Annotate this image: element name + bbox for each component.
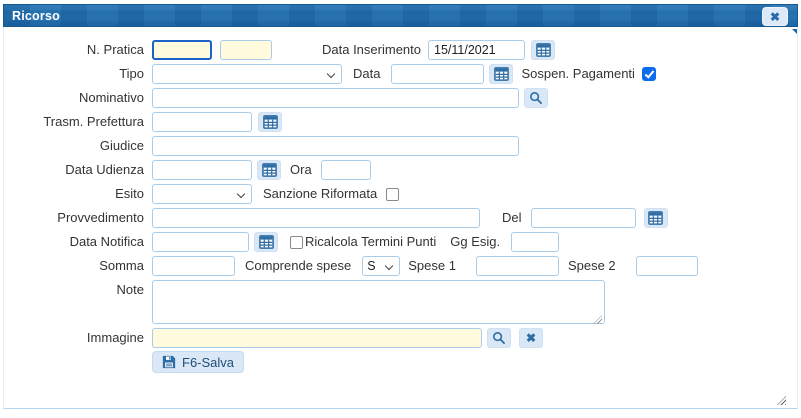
trasm-prefettura-input[interactable] bbox=[152, 112, 252, 132]
row-data-notifica: Data Notifica Ricalcola Termini Punti Gg… bbox=[4, 232, 797, 252]
clear-x-icon: ✖ bbox=[526, 332, 536, 344]
row-somma: Somma Comprende spese S Spese 1 Spese 2 bbox=[4, 256, 797, 276]
close-icon: ✖ bbox=[770, 11, 780, 23]
title-bar[interactable]: Ricorso ✖ bbox=[3, 4, 798, 27]
ricorso-form: N. Pratica Data Inserimento Tipo Data So… bbox=[4, 27, 797, 372]
immagine-search-button[interactable] bbox=[487, 328, 511, 348]
nominativo-input[interactable] bbox=[152, 88, 519, 108]
calendar-icon bbox=[262, 163, 277, 177]
spese1-input[interactable] bbox=[476, 256, 559, 276]
ricalcola-termini-punti-checkbox[interactable] bbox=[290, 236, 303, 249]
somma-input[interactable] bbox=[152, 256, 235, 276]
comprende-spese-label: Comprende spese bbox=[245, 256, 351, 276]
n-pratica-label: N. Pratica bbox=[4, 40, 144, 60]
calendar-icon bbox=[263, 115, 278, 129]
dialog-resize-grip[interactable] bbox=[777, 396, 786, 405]
calendar-icon bbox=[494, 67, 509, 81]
data-label: Data bbox=[353, 64, 380, 84]
n-pratica-input-2[interactable] bbox=[220, 40, 272, 60]
row-n-pratica: N. Pratica Data Inserimento bbox=[4, 40, 797, 60]
row-immagine: Immagine ✖ bbox=[4, 328, 797, 348]
n-pratica-input-1[interactable] bbox=[152, 40, 212, 60]
save-button-label: F6-Salva bbox=[182, 355, 234, 370]
immagine-label: Immagine bbox=[4, 328, 144, 348]
spese2-input[interactable] bbox=[636, 256, 698, 276]
nominativo-search-button[interactable] bbox=[524, 88, 548, 108]
esito-select[interactable] bbox=[152, 184, 252, 204]
data-udienza-label: Data Udienza bbox=[4, 160, 144, 180]
row-provvedimento: Provvedimento Del bbox=[4, 208, 797, 228]
data-inserimento-input[interactable] bbox=[428, 40, 525, 60]
del-input[interactable] bbox=[531, 208, 636, 228]
dialog-title: Ricorso bbox=[12, 9, 60, 23]
sospen-pagamenti-checkbox[interactable] bbox=[642, 67, 656, 81]
row-nominativo: Nominativo bbox=[4, 88, 797, 108]
save-button[interactable]: F6-Salva bbox=[152, 351, 244, 373]
sospen-pagamenti-label: Sospen. Pagamenti bbox=[521, 64, 634, 84]
sanzione-riformata-label: Sanzione Riformata bbox=[263, 184, 377, 204]
data-notifica-calendar-button[interactable] bbox=[254, 232, 278, 252]
corner-scroll-mark bbox=[792, 29, 797, 34]
esito-label: Esito bbox=[4, 184, 144, 204]
data-inserimento-label: Data Inserimento bbox=[322, 40, 421, 60]
note-label: Note bbox=[4, 280, 144, 300]
tipo-select[interactable] bbox=[152, 64, 342, 84]
close-button[interactable]: ✖ bbox=[762, 7, 788, 26]
calendar-icon bbox=[536, 43, 551, 57]
data-inserimento-calendar-button[interactable] bbox=[531, 40, 555, 60]
ora-label: Ora bbox=[290, 160, 312, 180]
calendar-icon bbox=[648, 211, 663, 225]
giudice-label: Giudice bbox=[4, 136, 144, 156]
sanzione-riformata-checkbox[interactable] bbox=[386, 188, 399, 201]
row-trasm-prefettura: Trasm. Prefettura bbox=[4, 112, 797, 132]
save-floppy-icon bbox=[162, 355, 176, 369]
spese1-label: Spese 1 bbox=[408, 256, 456, 276]
spese2-label: Spese 2 bbox=[568, 256, 616, 276]
provvedimento-input[interactable] bbox=[152, 208, 480, 228]
ricorso-dialog: Ricorso ✖ N. Pratica Data Inserimento Ti… bbox=[3, 4, 798, 409]
trasm-prefettura-label: Trasm. Prefettura bbox=[4, 112, 144, 132]
row-tipo: Tipo Data Sospen. Pagamenti bbox=[4, 64, 797, 84]
search-icon bbox=[529, 91, 543, 105]
row-giudice: Giudice bbox=[4, 136, 797, 156]
immagine-clear-button[interactable]: ✖ bbox=[519, 328, 543, 348]
data-udienza-calendar-button[interactable] bbox=[257, 160, 281, 180]
data-input[interactable] bbox=[391, 64, 484, 84]
tipo-label: Tipo bbox=[4, 64, 144, 84]
nominativo-label: Nominativo bbox=[4, 88, 144, 108]
data-notifica-input[interactable] bbox=[152, 232, 249, 252]
note-textarea[interactable] bbox=[152, 280, 605, 324]
del-calendar-button[interactable] bbox=[644, 208, 668, 228]
ricalcola-termini-punti-label: Ricalcola Termini Punti bbox=[305, 232, 436, 252]
comprende-spese-select[interactable]: S bbox=[362, 256, 400, 276]
data-calendar-button[interactable] bbox=[489, 64, 513, 84]
gg-esig-label: Gg Esig. bbox=[450, 232, 500, 252]
del-label: Del bbox=[502, 208, 522, 228]
search-icon bbox=[492, 331, 506, 345]
row-save: F6-Salva bbox=[4, 352, 797, 372]
calendar-icon bbox=[259, 235, 274, 249]
trasm-prefettura-calendar-button[interactable] bbox=[258, 112, 282, 132]
row-esito: Esito Sanzione Riformata bbox=[4, 184, 797, 204]
provvedimento-label: Provvedimento bbox=[4, 208, 144, 228]
data-udienza-input[interactable] bbox=[152, 160, 252, 180]
ora-input[interactable] bbox=[321, 160, 371, 180]
data-notifica-label: Data Notifica bbox=[4, 232, 144, 252]
row-note: Note bbox=[4, 280, 797, 324]
immagine-input[interactable] bbox=[152, 328, 482, 348]
giudice-input[interactable] bbox=[152, 136, 519, 156]
gg-esig-input[interactable] bbox=[511, 232, 559, 252]
row-data-udienza: Data Udienza Ora bbox=[4, 160, 797, 180]
somma-label: Somma bbox=[4, 256, 144, 276]
